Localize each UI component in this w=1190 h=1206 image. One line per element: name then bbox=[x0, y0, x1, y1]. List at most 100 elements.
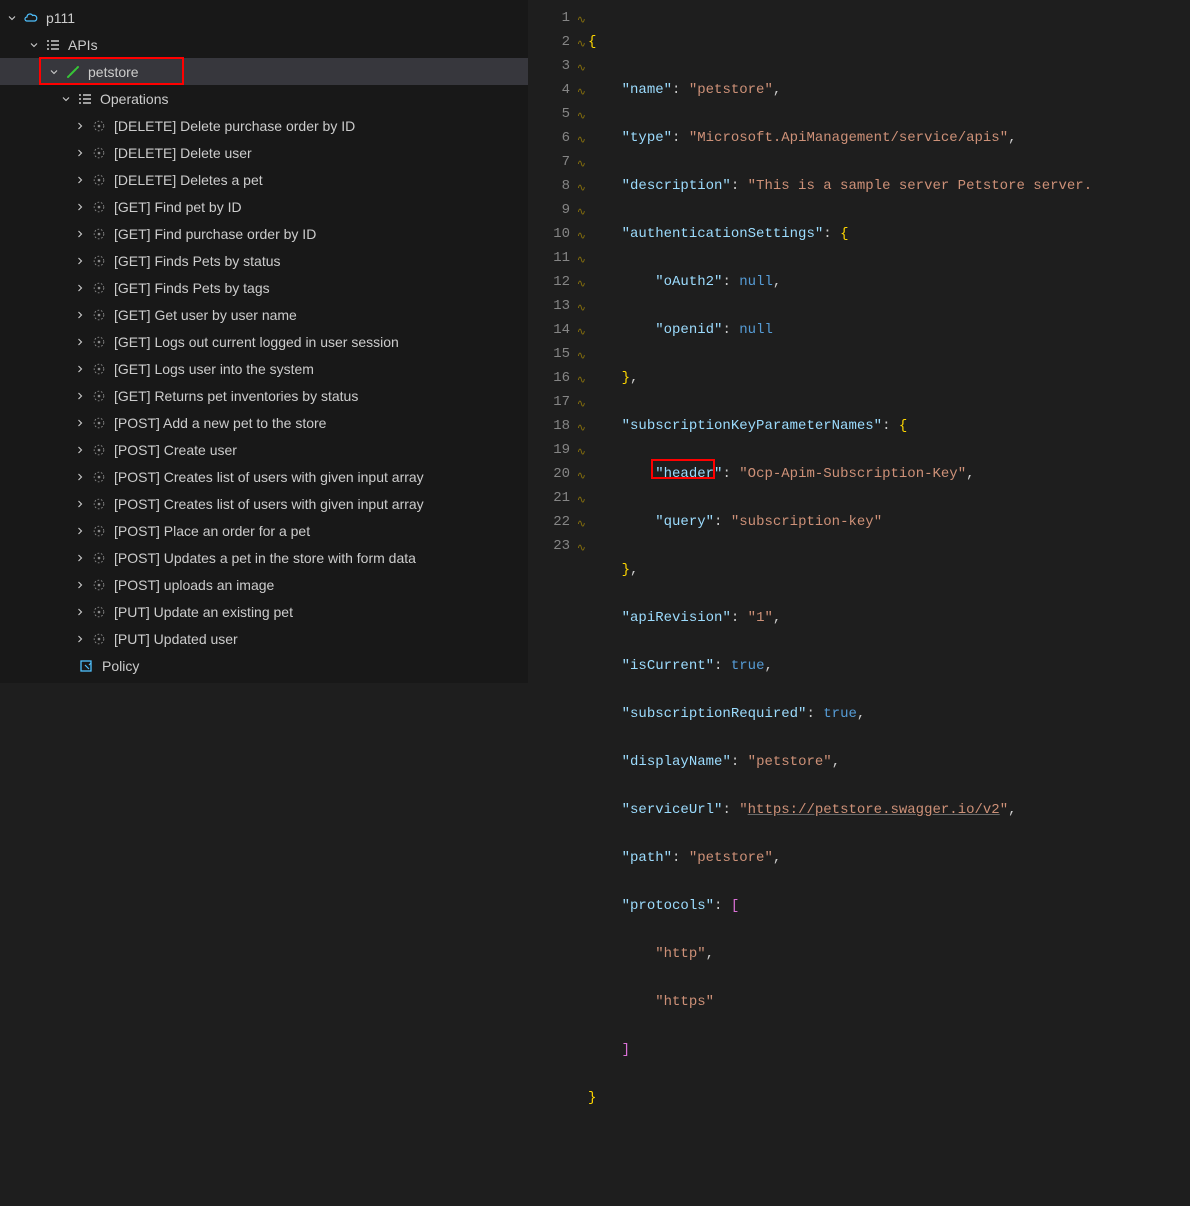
code-area[interactable]: { "name": "petstore", "type": "Microsoft… bbox=[588, 0, 1190, 683]
tree-petstore[interactable]: petstore bbox=[0, 58, 528, 85]
json-type-val: Microsoft.ApiManagement/service/apis bbox=[697, 130, 999, 146]
tree-apis[interactable]: APIs bbox=[0, 31, 528, 58]
chevron-right-icon bbox=[72, 253, 88, 269]
operation-item[interactable]: [DELETE] Delete purchase order by ID bbox=[0, 112, 528, 139]
operation-item[interactable]: [GET] Logs user into the system bbox=[0, 355, 528, 382]
line-number: 10∿ bbox=[528, 222, 588, 246]
operation-item[interactable]: [POST] Creates list of users with given … bbox=[0, 490, 528, 517]
operation-label: [GET] Returns pet inventories by status bbox=[114, 388, 358, 404]
line-number: 12∿ bbox=[528, 270, 588, 294]
operation-label: [GET] Get user by user name bbox=[114, 307, 297, 323]
chevron-right-icon bbox=[72, 388, 88, 404]
line-number: 15∿ bbox=[528, 342, 588, 366]
chevron-right-icon bbox=[72, 280, 88, 296]
code-editor[interactable]: 1∿2∿3∿4∿5∿6∿7∿8∿9∿10∿11∿12∿13∿14∿15∿16∿1… bbox=[528, 0, 1190, 683]
chevron-right-icon bbox=[72, 523, 88, 539]
operation-label: [DELETE] Delete purchase order by ID bbox=[114, 118, 355, 134]
operation-icon bbox=[90, 468, 108, 486]
line-number: 9∿ bbox=[528, 198, 588, 222]
operation-label: [POST] Place an order for a pet bbox=[114, 523, 310, 539]
tree-petstore-label: petstore bbox=[88, 64, 139, 80]
operation-item[interactable]: [GET] Finds Pets by status bbox=[0, 247, 528, 274]
operation-item[interactable]: [POST] Add a new pet to the store bbox=[0, 409, 528, 436]
json-proto-https: https bbox=[664, 994, 706, 1010]
tree-root[interactable]: p111 bbox=[0, 4, 528, 31]
json-header-val: Ocp-Apim-Subscription-Key bbox=[748, 466, 958, 482]
sidebar: p111 APIs petstore Operations bbox=[0, 0, 528, 683]
json-svcurl-val: https://petstore.swagger.io/v2 bbox=[748, 802, 1000, 818]
json-auth-key: authenticationSettings bbox=[630, 226, 815, 242]
json-disp-key: displayName bbox=[630, 754, 722, 770]
operation-item[interactable]: [GET] Returns pet inventories by status bbox=[0, 382, 528, 409]
operation-label: [DELETE] Deletes a pet bbox=[114, 172, 263, 188]
line-number: 17∿ bbox=[528, 390, 588, 414]
operation-item[interactable]: [POST] Create user bbox=[0, 436, 528, 463]
operation-item[interactable]: [DELETE] Delete user bbox=[0, 139, 528, 166]
json-subreq-key: subscriptionRequired bbox=[630, 706, 798, 722]
operation-item[interactable]: [PUT] Updated user bbox=[0, 625, 528, 652]
operation-icon bbox=[90, 333, 108, 351]
operation-item[interactable]: [POST] uploads an image bbox=[0, 571, 528, 598]
operation-label: [POST] uploads an image bbox=[114, 577, 274, 593]
operation-label: [POST] Creates list of users with given … bbox=[114, 496, 424, 512]
line-number: 3∿ bbox=[528, 54, 588, 78]
operation-icon bbox=[90, 171, 108, 189]
tree-policy-label: Policy bbox=[102, 658, 139, 674]
operation-label: [PUT] Update an existing pet bbox=[114, 604, 293, 620]
tree-policy[interactable]: Policy bbox=[0, 652, 528, 679]
operation-icon bbox=[90, 198, 108, 216]
operation-icon bbox=[90, 252, 108, 270]
operation-label: [POST] Add a new pet to the store bbox=[114, 415, 326, 431]
operation-icon bbox=[90, 360, 108, 378]
line-number: 4∿ bbox=[528, 78, 588, 102]
json-openid-val: null bbox=[739, 322, 773, 338]
line-number: 19∿ bbox=[528, 438, 588, 462]
chevron-right-icon bbox=[72, 604, 88, 620]
chevron-down-icon bbox=[4, 10, 20, 26]
operation-label: [DELETE] Delete user bbox=[114, 145, 252, 161]
operation-item[interactable]: [PUT] Update an existing pet bbox=[0, 598, 528, 625]
operation-item[interactable]: [DELETE] Deletes a pet bbox=[0, 166, 528, 193]
chevron-right-icon bbox=[72, 415, 88, 431]
tree-operations[interactable]: Operations bbox=[0, 85, 528, 112]
chevron-right-icon bbox=[72, 145, 88, 161]
json-name-val: petstore bbox=[697, 82, 764, 98]
json-iscur-key: isCurrent bbox=[630, 658, 706, 674]
json-subkey-key: subscriptionKeyParameterNames bbox=[630, 418, 874, 434]
operation-item[interactable]: [GET] Finds Pets by tags bbox=[0, 274, 528, 301]
chevron-right-icon bbox=[72, 442, 88, 458]
operation-label: [POST] Create user bbox=[114, 442, 237, 458]
json-apirev-key: apiRevision bbox=[630, 610, 722, 626]
line-number: 21∿ bbox=[528, 486, 588, 510]
operation-item[interactable]: [POST] Place an order for a pet bbox=[0, 517, 528, 544]
chevron-right-icon bbox=[72, 334, 88, 350]
operation-item[interactable]: [GET] Find pet by ID bbox=[0, 193, 528, 220]
operation-item[interactable]: [GET] Logs out current logged in user se… bbox=[0, 328, 528, 355]
chevron-right-icon bbox=[72, 577, 88, 593]
json-header-key: header bbox=[664, 466, 714, 482]
json-disp-val: petstore bbox=[756, 754, 823, 770]
operation-label: [GET] Find purchase order by ID bbox=[114, 226, 316, 242]
chevron-right-icon bbox=[72, 631, 88, 647]
chevron-right-icon bbox=[72, 226, 88, 242]
operation-icon bbox=[90, 144, 108, 162]
operation-item[interactable]: [GET] Get user by user name bbox=[0, 301, 528, 328]
line-gutter: 1∿2∿3∿4∿5∿6∿7∿8∿9∿10∿11∿12∿13∿14∿15∿16∿1… bbox=[528, 0, 588, 683]
line-number: 16∿ bbox=[528, 366, 588, 390]
operation-item[interactable]: [POST] Updates a pet in the store with f… bbox=[0, 544, 528, 571]
operation-item[interactable]: [POST] Creates list of users with given … bbox=[0, 463, 528, 490]
json-proto-http: http bbox=[664, 946, 698, 962]
operation-icon bbox=[90, 306, 108, 324]
json-oauth-key: oAuth2 bbox=[664, 274, 714, 290]
operation-icon bbox=[90, 414, 108, 432]
list-icon bbox=[44, 36, 62, 54]
operation-icon bbox=[90, 576, 108, 594]
chevron-right-icon bbox=[72, 199, 88, 215]
chevron-right-icon bbox=[72, 550, 88, 566]
operation-label: [POST] Updates a pet in the store with f… bbox=[114, 550, 416, 566]
operation-item[interactable]: [GET] Find purchase order by ID bbox=[0, 220, 528, 247]
chevron-down-icon bbox=[26, 37, 42, 53]
line-number: 13∿ bbox=[528, 294, 588, 318]
api-icon bbox=[64, 63, 82, 81]
json-subreq-val: true bbox=[823, 706, 857, 722]
